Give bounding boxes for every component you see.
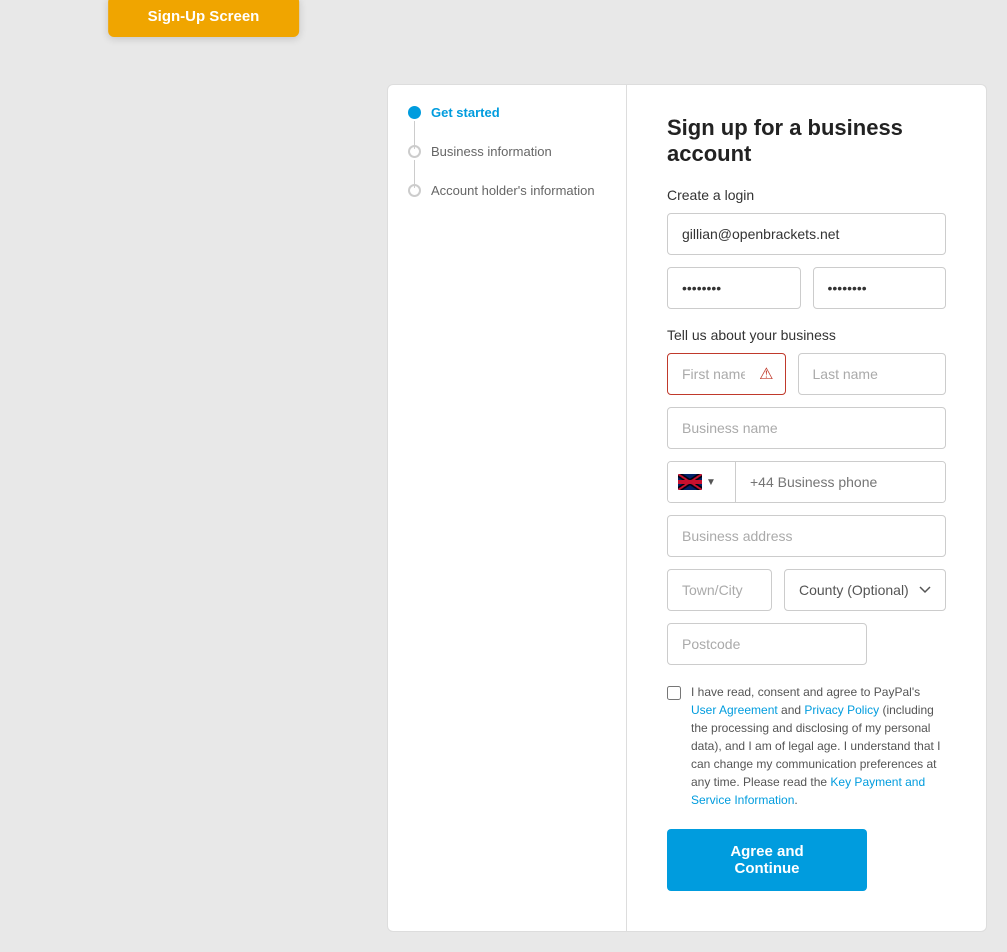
phone-field[interactable] [736,462,945,502]
tell-us-section: Tell us about your business ⚠ [667,327,946,891]
sidebar-label-account-holder: Account holder's information [431,183,595,198]
business-address-group [667,515,946,557]
sidebar-label-business-info: Business information [431,144,552,159]
first-name-wrapper: ⚠ [667,353,786,395]
sidebar-item-account-holder[interactable]: Account holder's information [408,183,606,198]
key-payment-link[interactable]: Key Payment and Service Information [691,775,925,807]
business-name-field[interactable] [667,407,946,449]
uk-flag-icon [678,474,702,490]
privacy-policy-link[interactable]: Privacy Policy [804,703,879,717]
name-row: ⚠ [667,353,946,395]
sidebar-dot-account-holder [408,184,421,197]
consent-text: I have read, consent and agree to PayPal… [691,683,946,809]
sidebar-item-get-started[interactable]: Get started [408,105,606,120]
county-select[interactable]: County (Optional) Bedfordshire Berkshire… [784,569,946,611]
postcode-group [667,623,946,665]
confirm-password-field[interactable] [813,267,947,309]
main-content: Sign up for a business account Create a … [627,84,987,932]
business-address-field[interactable] [667,515,946,557]
user-agreement-link[interactable]: User Agreement [691,703,778,717]
email-field[interactable] [667,213,946,255]
tell-us-label: Tell us about your business [667,327,946,343]
first-name-field[interactable] [667,353,786,395]
consent-checkbox[interactable] [667,686,681,700]
sidebar-dot-get-started [408,106,421,119]
consent-area: I have read, consent and agree to PayPal… [667,683,946,809]
town-city-field[interactable] [667,569,772,611]
phone-country-selector[interactable]: ▼ [668,462,736,502]
postcode-field[interactable] [667,623,867,665]
page-title: Sign up for a business account [667,115,946,167]
last-name-field[interactable] [798,353,947,395]
signup-screen-button[interactable]: Sign-Up Screen [108,0,300,37]
create-login-label: Create a login [667,187,946,203]
password-row [667,267,946,309]
password-field[interactable] [667,267,801,309]
town-county-row: County (Optional) Bedfordshire Berkshire… [667,569,946,611]
email-group [667,213,946,255]
sidebar: Get started Business information Account… [387,84,627,932]
sidebar-label-get-started: Get started [431,105,500,120]
business-name-group [667,407,946,449]
sidebar-item-business-info[interactable]: Business information [408,144,606,159]
country-chevron-icon: ▼ [706,477,716,488]
agree-continue-button[interactable]: Agree and Continue [667,829,867,891]
sidebar-dot-business-info [408,145,421,158]
phone-row: ▼ [667,461,946,503]
